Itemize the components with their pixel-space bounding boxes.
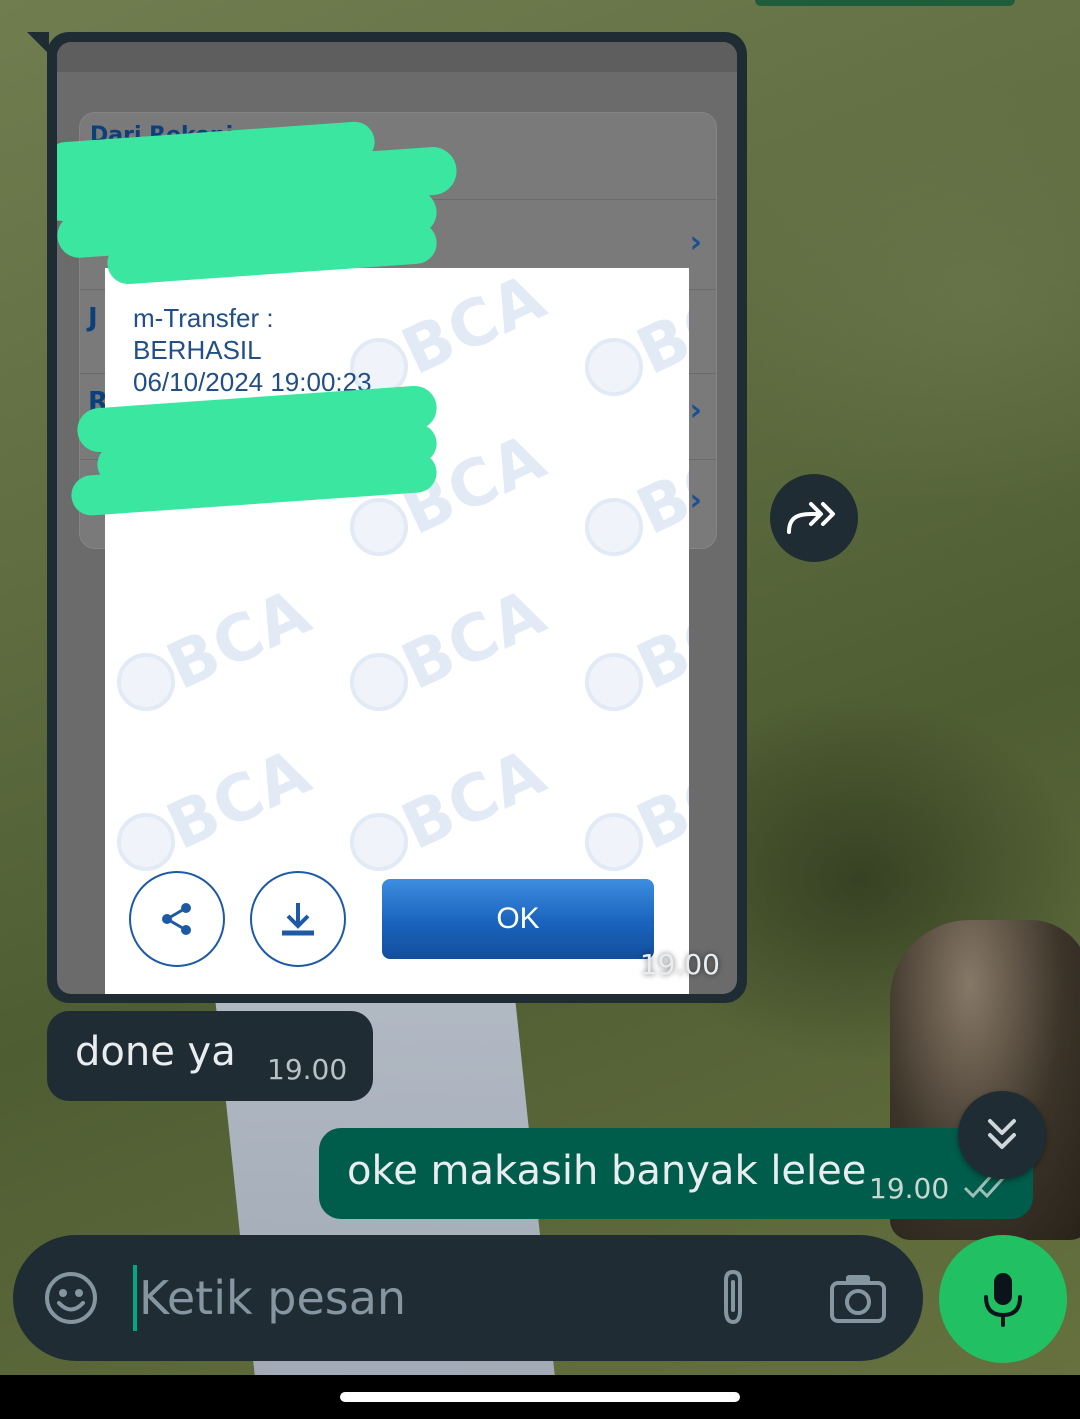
bca-watermark: BCA bbox=[391, 735, 557, 865]
chevron-right-icon: › bbox=[689, 225, 702, 260]
bca-watermark: BCA bbox=[391, 268, 557, 390]
bca-watermark: BCA bbox=[156, 735, 322, 865]
message-text: oke makasih banyak lelee bbox=[347, 1148, 867, 1194]
paperclip-icon[interactable] bbox=[708, 1268, 758, 1328]
outgoing-text-message[interactable]: oke makasih banyak lelee 19.00 bbox=[319, 1128, 1033, 1219]
emoji-icon[interactable] bbox=[43, 1270, 99, 1326]
image-message-time: 19.00 bbox=[639, 948, 720, 981]
chevron-right-icon: › bbox=[689, 483, 702, 518]
voice-message-button[interactable] bbox=[939, 1235, 1067, 1363]
bca-watermark-logo bbox=[585, 653, 643, 711]
bca-watermark-logo bbox=[585, 338, 643, 396]
download-icon bbox=[282, 903, 314, 936]
message-composer bbox=[13, 1235, 923, 1361]
card-row-initial: J bbox=[88, 303, 98, 333]
bca-watermark: BCA bbox=[391, 575, 557, 705]
previous-outgoing-bubble-edge bbox=[755, 0, 1015, 6]
forward-icon bbox=[787, 502, 835, 534]
share-icon bbox=[162, 903, 191, 935]
receipt-title: m-Transfer : bbox=[133, 303, 274, 333]
incoming-text-message[interactable]: done ya 19.00 bbox=[47, 1011, 373, 1101]
bca-watermark: BCA bbox=[156, 575, 322, 705]
double-chevron-down-icon bbox=[988, 1119, 1016, 1149]
bca-watermark-logo bbox=[350, 498, 408, 556]
message-input[interactable] bbox=[133, 1265, 679, 1331]
bca-watermark-logo bbox=[350, 653, 408, 711]
incoming-image-message[interactable]: Dari Rekening: › › › J R BCA BCA BCA BCA… bbox=[27, 32, 747, 1003]
bca-watermark-logo bbox=[117, 653, 175, 711]
bca-watermark-logo bbox=[585, 498, 643, 556]
camera-icon[interactable] bbox=[828, 1271, 888, 1325]
receipt-share-button bbox=[129, 871, 225, 967]
receipt-ok-button: OK bbox=[382, 879, 654, 959]
message-time: 19.00 bbox=[869, 1172, 950, 1205]
message-text: done ya bbox=[75, 1029, 236, 1075]
receipt-download-button bbox=[250, 871, 346, 967]
screenshot-app-bar bbox=[57, 42, 737, 72]
mic-icon bbox=[984, 1273, 1022, 1327]
receipt-status: BERHASIL bbox=[133, 335, 262, 365]
scroll-to-bottom-button[interactable] bbox=[958, 1091, 1046, 1179]
transfer-receipt-dialog: BCA BCA BCA BCA BCA BCA BCA BCA BCA BCA … bbox=[105, 268, 689, 994]
transfer-screenshot[interactable]: Dari Rekening: › › › J R BCA BCA BCA BCA… bbox=[57, 42, 737, 994]
chevron-right-icon: › bbox=[689, 393, 702, 428]
home-gesture-handle[interactable] bbox=[340, 1392, 740, 1402]
bca-watermark-logo bbox=[585, 813, 643, 871]
message-time: 19.00 bbox=[267, 1053, 348, 1086]
bca-watermark-logo bbox=[117, 813, 175, 871]
forward-button[interactable] bbox=[770, 474, 858, 562]
bca-watermark-logo bbox=[350, 813, 408, 871]
